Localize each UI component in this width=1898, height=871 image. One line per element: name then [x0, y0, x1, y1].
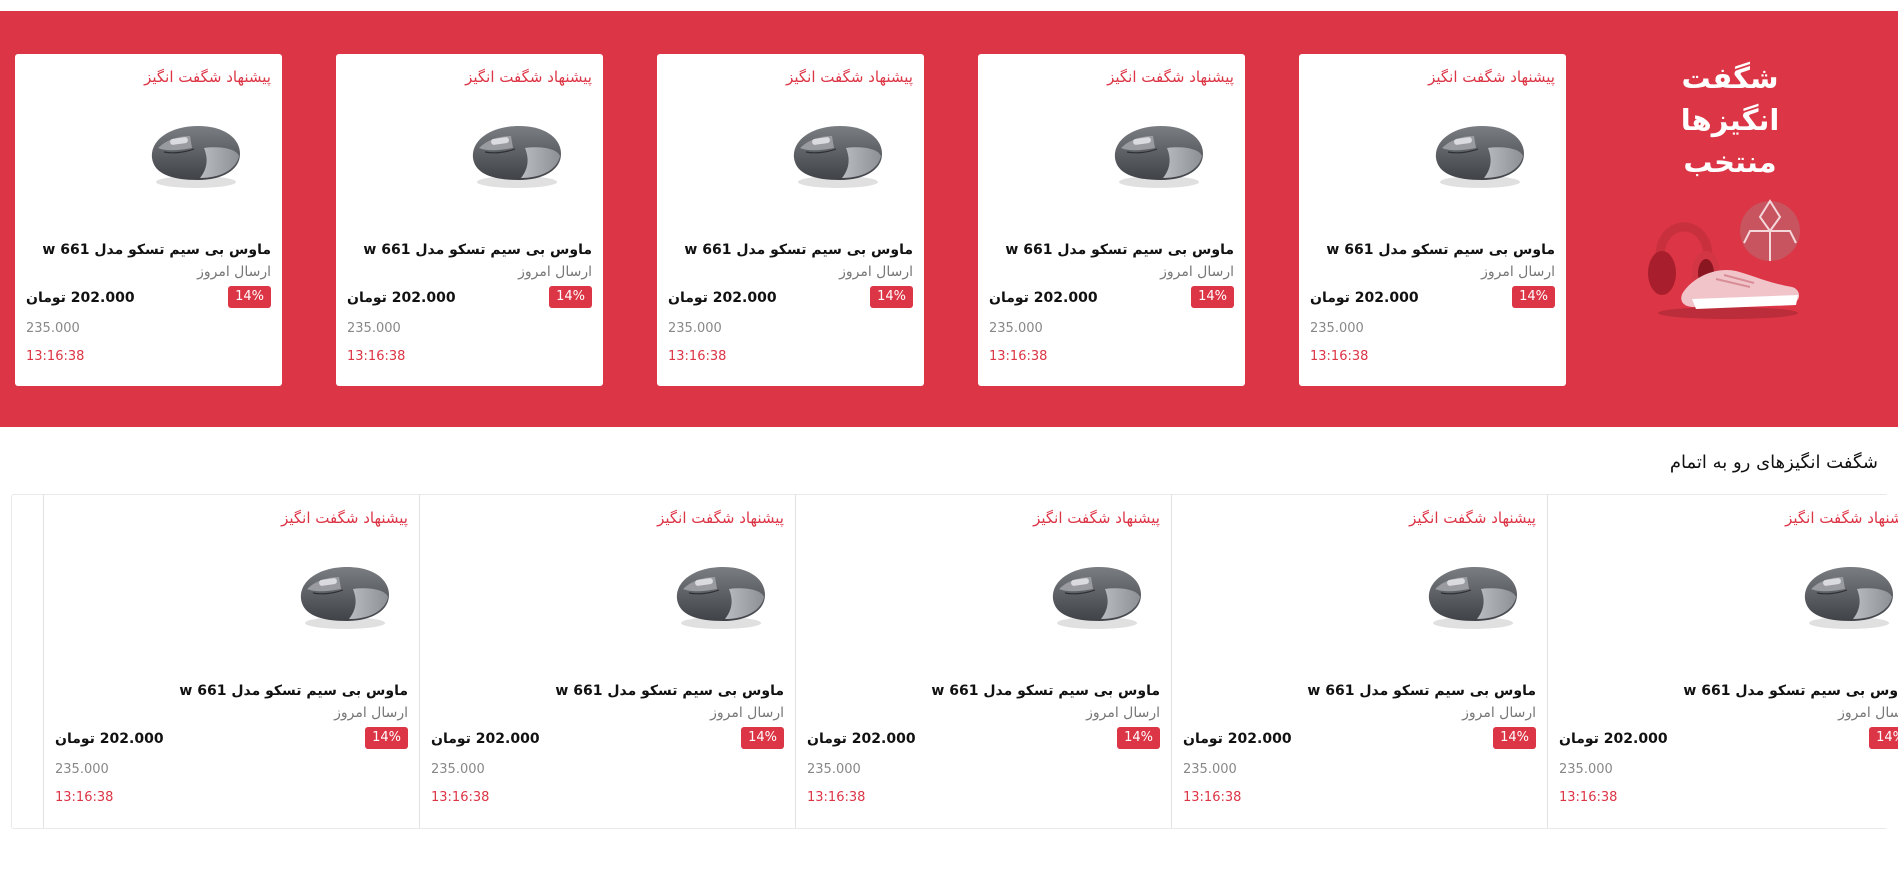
product-price: 202.000 تومان: [989, 290, 1098, 306]
product-card[interactable]: پیشنهاد شگفت انگیز ماوس بی سیم تسکو مدل …: [1171, 495, 1547, 828]
old-price: 235.000: [1310, 321, 1364, 336]
countdown-timer: 13:16:38: [807, 790, 866, 805]
countdown-timer: 13:16:38: [1310, 349, 1369, 364]
discount-badge: 14%: [1191, 286, 1234, 308]
product-card[interactable]: پیشنهاد شگفت انگیز ماوس بی سیم تسکو مدل …: [1299, 54, 1566, 386]
offer-tag: پیشنهاد شگفت انگیز: [1785, 509, 1898, 527]
product-name[interactable]: ماوس بی سیم تسکو مدل 661 w: [555, 683, 784, 699]
product-name[interactable]: ماوس بی سیم تسکو مدل 661 w: [1005, 242, 1234, 258]
countdown-timer: 13:16:38: [431, 790, 490, 805]
discount-badge: 14%: [741, 727, 784, 749]
shipping-label: ارسال امروز: [334, 705, 408, 721]
product-price: 202.000 تومان: [1310, 290, 1419, 306]
shipping-label: ارسال امروز: [518, 264, 592, 280]
product-price: 202.000 تومان: [431, 731, 540, 747]
shipping-label: ارسال امروز: [1462, 705, 1536, 721]
product-card[interactable]: پیشنهاد شگفت انگیز ماوس بی سیم تسکو مدل …: [1547, 495, 1898, 828]
old-price: 235.000: [26, 321, 80, 336]
shipping-label: ارسال امروز: [1838, 705, 1898, 721]
product-price: 202.000 تومان: [1559, 731, 1668, 747]
discount-badge: 14%: [1512, 286, 1555, 308]
offer-tag: پیشنهاد شگفت انگیز: [281, 509, 408, 527]
old-price: 235.000: [1559, 762, 1613, 777]
product-card[interactable]: پیشنهاد شگفت انگیز ماوس بی سیم تسکو مدل …: [419, 495, 795, 828]
shipping-label: ارسال امروز: [1481, 264, 1555, 280]
mouse-image: [293, 559, 393, 631]
old-price: 235.000: [1183, 762, 1237, 777]
product-price: 202.000 تومان: [55, 731, 164, 747]
headphones-sneaker-icon: [1648, 199, 1800, 319]
old-price: 235.000: [431, 762, 485, 777]
offer-tag: پیشنهاد شگفت انگیز: [1409, 509, 1536, 527]
mouse-image: [1107, 118, 1207, 190]
product-card[interactable]: پیشنهاد شگفت انگیز ماوس بی سیم تسکو مدل …: [15, 54, 282, 386]
mouse-image: [1045, 559, 1145, 631]
old-price: 235.000: [55, 762, 109, 777]
mouse-image: [1421, 559, 1521, 631]
shipping-label: ارسال امروز: [1086, 705, 1160, 721]
product-name[interactable]: ماوس بی سیم تسکو مدل 661 w: [42, 242, 271, 258]
countdown-timer: 13:16:38: [26, 349, 85, 364]
offer-tag: پیشنهاد شگفت انگیز: [144, 68, 271, 86]
old-price: 235.000: [989, 321, 1043, 336]
product-price: 202.000 تومان: [347, 290, 456, 306]
countdown-timer: 13:16:38: [55, 790, 114, 805]
mouse-image: [144, 118, 244, 190]
shipping-label: ارسال امروز: [197, 264, 271, 280]
product-card[interactable]: پیشنهاد شگفت انگیز ماوس بی سیم تسکو مدل …: [657, 54, 924, 386]
section-title: شگفت انگیزهای رو به اتمام: [1669, 452, 1878, 473]
amazing-offers-banner: شگفت انگیزها منتخب پیشنهاد شگفت انگیز ما…: [0, 11, 1898, 427]
discount-badge: 14%: [1117, 727, 1160, 749]
ending-offers-slider[interactable]: پیشنهاد شگفت انگیز ماوس بی سیم تسکو مدل …: [11, 494, 1898, 829]
discount-badge: 14%: [549, 286, 592, 308]
product-price: 202.000 تومان: [26, 290, 135, 306]
product-name[interactable]: ماوس بی سیم تسکو مدل 661 w: [363, 242, 592, 258]
banner-title: شگفت انگیزها منتخب: [1562, 57, 1898, 183]
shipping-label: ارسال امروز: [710, 705, 784, 721]
offer-tag: پیشنهاد شگفت انگیز: [1107, 68, 1234, 86]
banner-title-line: منتخب: [1683, 145, 1777, 179]
countdown-timer: 13:16:38: [1559, 790, 1618, 805]
shipping-label: ارسال امروز: [1160, 264, 1234, 280]
countdown-timer: 13:16:38: [668, 349, 727, 364]
offer-tag: پیشنهاد شگفت انگیز: [1428, 68, 1555, 86]
banner-title-line: انگیزها: [1680, 103, 1780, 137]
offer-tag: پیشنهاد شگفت انگیز: [657, 509, 784, 527]
mouse-image: [669, 559, 769, 631]
product-card[interactable]: پیشنهاد شگفت انگیز ماوس بی سیم تسکو مدل …: [43, 495, 419, 828]
countdown-timer: 13:16:38: [1183, 790, 1242, 805]
banner-brand[interactable]: شگفت انگیزها منتخب: [1562, 11, 1898, 427]
product-card[interactable]: پیشنهاد شگفت انگیز ماوس بی سیم تسکو مدل …: [978, 54, 1245, 386]
offer-tag: پیشنهاد شگفت انگیز: [1033, 509, 1160, 527]
mouse-image: [465, 118, 565, 190]
product-name[interactable]: ماوس بی سیم تسکو مدل 661 w: [1326, 242, 1555, 258]
shipping-label: ارسال امروز: [839, 264, 913, 280]
discount-badge: 14%: [228, 286, 271, 308]
product-name[interactable]: ماوس بی سیم تسکو مدل 661 w: [931, 683, 1160, 699]
product-name[interactable]: ماوس بی سیم تسکو مدل 661 w: [179, 683, 408, 699]
discount-badge: 14%: [1493, 727, 1536, 749]
discount-badge: 14%: [365, 727, 408, 749]
banner-title-line: شگفت: [1681, 61, 1779, 95]
product-price: 202.000 تومان: [1183, 731, 1292, 747]
offer-tag: پیشنهاد شگفت انگیز: [786, 68, 913, 86]
discount-badge: 14%: [870, 286, 913, 308]
countdown-timer: 13:16:38: [989, 349, 1048, 364]
offer-tag: پیشنهاد شگفت انگیز: [465, 68, 592, 86]
product-name[interactable]: ماوس بی سیم تسکو مدل 661 w: [684, 242, 913, 258]
product-card[interactable]: پیشنهاد شگفت انگیز ماوس بی سیم تسکو مدل …: [795, 495, 1171, 828]
old-price: 235.000: [347, 321, 401, 336]
mouse-image: [786, 118, 886, 190]
mouse-image: [1428, 118, 1528, 190]
old-price: 235.000: [807, 762, 861, 777]
old-price: 235.000: [668, 321, 722, 336]
product-card[interactable]: پیشنهاد شگفت انگیز ماوس بی سیم تسکو مدل …: [336, 54, 603, 386]
countdown-timer: 13:16:38: [347, 349, 406, 364]
product-name[interactable]: ماوس بی سیم تسکو مدل 661 w: [1683, 683, 1898, 699]
mouse-image: [1797, 559, 1897, 631]
product-price: 202.000 تومان: [668, 290, 777, 306]
discount-badge: 14%: [1869, 727, 1898, 749]
product-price: 202.000 تومان: [807, 731, 916, 747]
product-name[interactable]: ماوس بی سیم تسکو مدل 661 w: [1307, 683, 1536, 699]
